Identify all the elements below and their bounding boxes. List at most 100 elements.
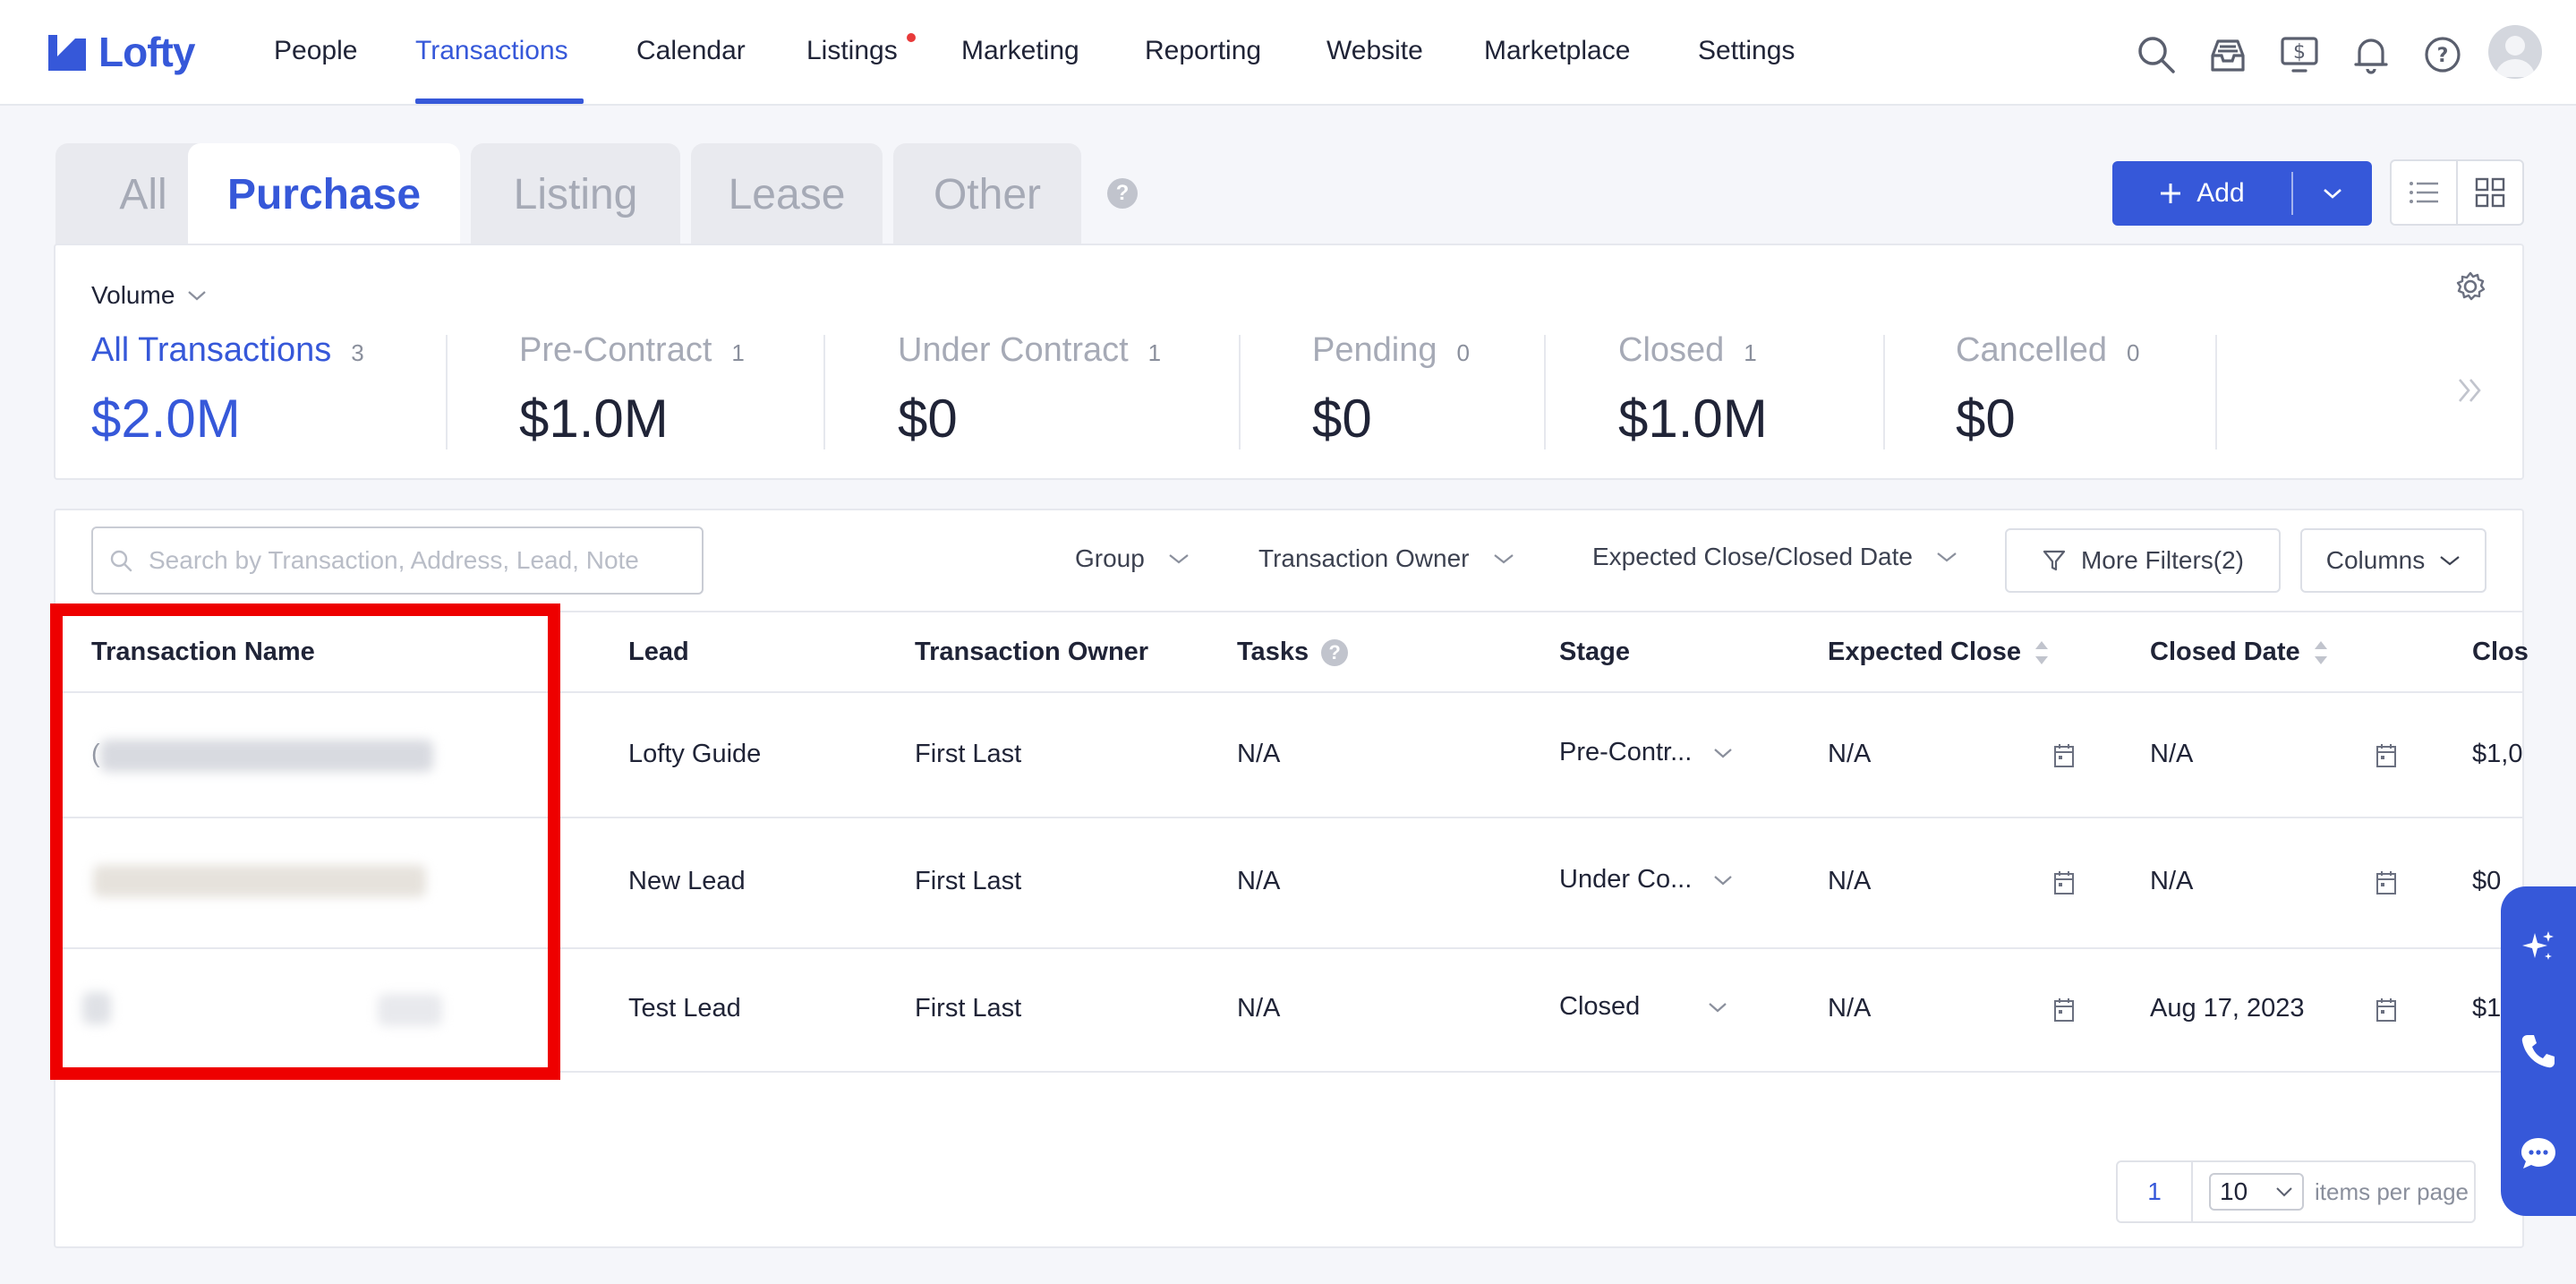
app-name: Lofty [98,29,195,75]
column-header-stage[interactable]: Stage [1559,638,1630,667]
stat-label: Cancelled [1956,331,2107,369]
tab-other[interactable]: Other [893,143,1081,245]
calendar-icon[interactable] [2376,743,2397,768]
search-input[interactable]: Search by Transaction, Address, Lead, No… [91,526,704,595]
stage-value: Closed [1559,992,1641,1021]
chevron-down-icon [188,291,207,301]
calendar-icon[interactable] [2376,997,2397,1023]
tasks-header-label: Tasks [1237,638,1309,666]
stat-all-transactions[interactable]: All Transactions 3 $2.0M [91,331,364,449]
nav-item-marketplace[interactable]: Marketplace [1484,36,1630,66]
nav-item-listings[interactable]: Listings [806,36,898,66]
owner-cell: First Last [915,867,1022,895]
tab-purchase[interactable]: Purchase [188,143,460,245]
owner-cell: First Last [915,994,1022,1023]
calendar-icon[interactable] [2053,997,2075,1023]
double-chevron-right-icon[interactable] [2454,374,2486,407]
summary-settings-gear-icon[interactable] [2454,270,2486,303]
stat-cancelled[interactable]: Cancelled 0 $0 [1956,331,2139,449]
page-size-value: 10 [2220,1177,2248,1205]
date-range-label: Expected Close/Closed Date [1592,543,1913,570]
search-placeholder: Search by Transaction, Address, Lead, No… [149,546,639,574]
chat-bubble-icon[interactable] [2519,1134,2558,1173]
chevron-down-icon [2324,189,2341,199]
column-header-transaction-owner[interactable]: Transaction Owner [915,638,1148,667]
nav-item-reporting[interactable]: Reporting [1145,36,1261,66]
column-header-expected-close[interactable]: Expected Close [1828,638,2050,667]
stage-dropdown[interactable]: Pre-Contr... [1559,738,1733,767]
stat-value: $0 [1956,389,2016,449]
tab-listing[interactable]: Listing [471,143,680,245]
active-nav-indicator [415,98,584,104]
stat-pre-contract[interactable]: Pre-Contract 1 $1.0M [519,331,745,449]
lead-cell[interactable]: Test Lead [628,994,741,1023]
closed-date-header-label: Closed Date [2150,638,2300,666]
column-header-lead[interactable]: Lead [628,638,689,667]
stat-count: 3 [351,339,364,366]
tasks-help-icon[interactable]: ? [1321,638,1349,666]
pagination: 1 10 items per page [2116,1160,2476,1223]
stat-value: $0 [1312,389,1372,449]
inbox-icon[interactable] [2207,34,2248,75]
page-size-select[interactable]: 10 [2209,1173,2304,1211]
stage-dropdown[interactable]: Closed [1559,992,1727,1022]
add-button-main[interactable]: Add [2112,161,2291,226]
owner-cell: First Last [915,740,1022,768]
group-dropdown[interactable]: Group [1075,544,1190,573]
column-header-closing-price[interactable]: Clos [2472,638,2529,667]
ai-sparkle-icon[interactable] [2519,928,2558,967]
nav-item-settings[interactable]: Settings [1698,36,1795,66]
transaction-owner-dropdown[interactable]: Transaction Owner [1258,544,1514,573]
user-avatar[interactable] [2488,25,2542,79]
help-icon[interactable]: ? [2422,34,2463,75]
nav-item-transactions[interactable]: Transactions [415,36,568,66]
more-filters-button[interactable]: More Filters(2) [2005,528,2281,593]
stat-label: Closed [1618,331,1725,369]
lofty-logo[interactable]: Lofty [45,27,195,77]
sort-icon[interactable] [2034,638,2050,667]
search-icon[interactable] [2136,34,2177,75]
grid-view-button[interactable] [2458,161,2522,224]
tasks-cell: N/A [1237,740,1281,768]
nav-item-marketing[interactable]: Marketing [961,36,1079,66]
nav-item-website[interactable]: Website [1326,36,1423,66]
calendar-icon[interactable] [2053,870,2075,895]
column-header-closed-date[interactable]: Closed Date [2150,638,2329,667]
notification-bell-icon[interactable] [2350,34,2392,75]
add-dropdown-toggle[interactable] [2293,187,2372,200]
svg-text:?: ? [2437,45,2449,67]
expected-close-cell: N/A [1828,994,1872,1023]
group-label: Group [1075,544,1145,572]
phone-icon[interactable] [2519,1031,2558,1071]
volume-dropdown[interactable]: Volume [91,281,207,310]
current-page[interactable]: 1 [2118,1162,2193,1221]
columns-button[interactable]: Columns [2300,528,2486,593]
tabs-help-icon[interactable]: ? [1107,178,1138,209]
nav-item-people[interactable]: People [274,36,357,66]
list-view-button[interactable] [2392,161,2458,224]
stat-value: $2.0M [91,389,241,449]
lead-cell[interactable]: Lofty Guide [628,740,761,769]
lead-cell[interactable]: New Lead [628,867,746,896]
column-header-tasks[interactable]: Tasks ? [1237,638,1349,667]
plus-icon [2161,184,2181,203]
stat-under-contract[interactable]: Under Contract 1 $0 [898,331,1161,449]
date-range-dropdown[interactable]: Expected Close/Closed Date [1592,543,1958,571]
nav-item-calendar[interactable]: Calendar [636,36,746,66]
stage-dropdown[interactable]: Under Co... [1559,865,1733,895]
closed-date-cell: N/A [2150,867,2194,895]
stat-divider [823,335,825,449]
stat-pending[interactable]: Pending 0 $0 [1312,331,1470,449]
billing-monitor-icon[interactable]: $ [2279,34,2320,75]
volume-label: Volume [91,281,175,309]
sort-icon[interactable] [2313,638,2329,667]
calendar-icon[interactable] [2053,743,2075,768]
stat-label: All Transactions [91,331,332,369]
columns-label: Columns [2325,546,2426,574]
stat-count: 0 [1456,339,1470,366]
stat-closed[interactable]: Closed 1 $1.0M [1618,331,1768,449]
calendar-icon[interactable] [2376,870,2397,895]
stat-divider [1239,335,1241,449]
add-transaction-button[interactable]: Add [2112,161,2372,226]
tab-lease[interactable]: Lease [691,143,883,245]
